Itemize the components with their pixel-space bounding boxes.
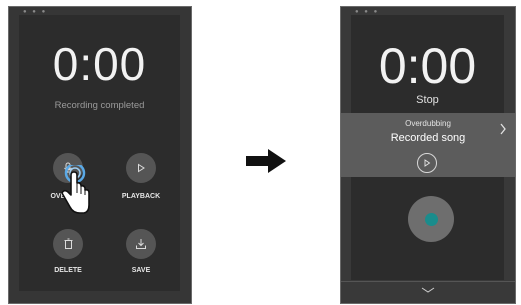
- stop-label[interactable]: Stop: [351, 94, 504, 106]
- record-icon: [424, 212, 438, 226]
- record-button[interactable]: [408, 196, 454, 242]
- playback-button[interactable]: [126, 153, 156, 183]
- save-label: SAVE: [131, 267, 151, 274]
- song-bar[interactable]: Overdubbing Recorded song: [341, 113, 515, 177]
- trash-icon: [64, 238, 72, 249]
- record-panel: [351, 177, 504, 280]
- elapsed-time: 0:00: [52, 38, 147, 90]
- delete-button[interactable]: [53, 229, 83, 259]
- hand-pointer-icon: [61, 165, 90, 214]
- overdubbing-label: Overdubbing: [405, 119, 451, 128]
- chevron-down-icon[interactable]: [341, 282, 515, 298]
- recording-complete-screen: ● ● ● 0:00 Recording completed OVERDUB P…: [8, 6, 192, 304]
- download-icon: [136, 239, 146, 249]
- play-song-button[interactable]: [417, 153, 437, 173]
- overdubbing-screen: ● ● ● 0:00 Stop Overdubbing Recorded son…: [340, 6, 516, 304]
- timer-panel: 0:00 Stop: [351, 15, 504, 113]
- recording-status-text: Recording completed: [54, 100, 145, 111]
- play-icon: [424, 159, 431, 167]
- song-title: Recorded song: [390, 132, 466, 144]
- playback-label: PLAYBACK: [121, 193, 161, 200]
- chevron-right-icon[interactable]: [499, 123, 507, 135]
- save-button[interactable]: [126, 229, 156, 259]
- play-icon: [138, 163, 145, 173]
- arrow-right-icon: [246, 149, 286, 173]
- recorder-panel: 0:00 Recording completed OVERDUB PLAYBAC…: [19, 15, 180, 291]
- delete-label: DELETE: [54, 267, 82, 274]
- elapsed-time: 0:00: [378, 38, 477, 94]
